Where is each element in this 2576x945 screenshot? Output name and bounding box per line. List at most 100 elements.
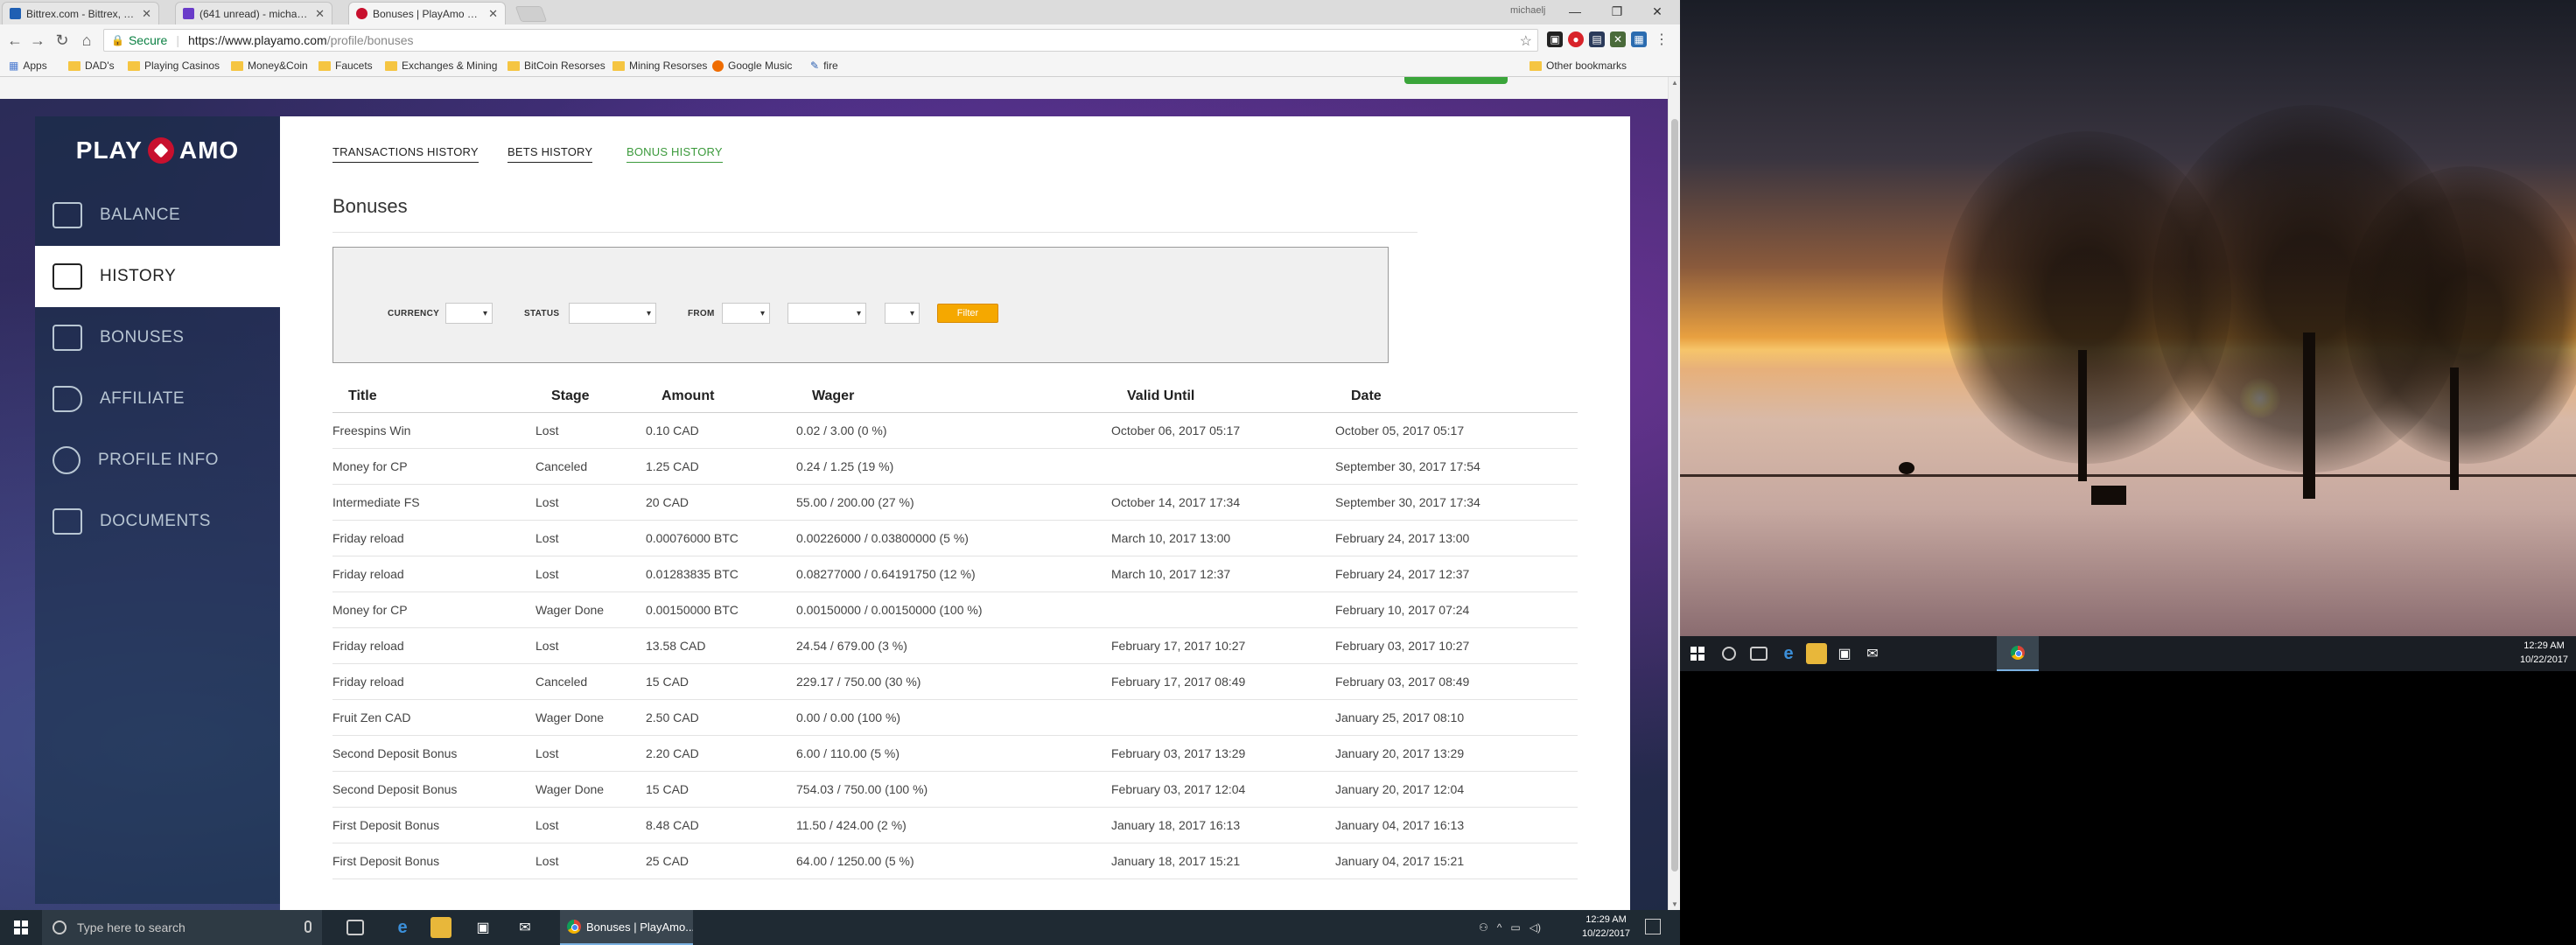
mail-icon[interactable]: ✉ bbox=[1862, 643, 1883, 664]
new-tab-button[interactable] bbox=[514, 6, 548, 22]
taskbar-clock[interactable]: 12:29 AM 10/22/2017 bbox=[1582, 913, 1630, 941]
playamo-logo[interactable]: PLAY AMO bbox=[35, 116, 280, 185]
edge-browser-icon[interactable]: e bbox=[392, 917, 413, 938]
from-month-select[interactable]: ▾ bbox=[788, 303, 866, 324]
file-explorer-icon[interactable] bbox=[1806, 643, 1827, 664]
start-button[interactable] bbox=[0, 910, 42, 945]
tab-bets-history[interactable]: BETS HISTORY bbox=[508, 145, 593, 163]
tab-close-icon[interactable]: ✕ bbox=[488, 7, 498, 21]
gift-icon bbox=[52, 325, 82, 351]
sidebar-item-history[interactable]: HISTORY bbox=[35, 246, 280, 307]
cell-wager: 229.17 / 750.00 (30 %) bbox=[796, 663, 1111, 700]
tray-chevron-up-icon[interactable]: ^ bbox=[1497, 921, 1502, 934]
mail-icon[interactable]: ✉ bbox=[514, 917, 536, 938]
tab-close-icon[interactable]: ✕ bbox=[142, 7, 151, 21]
page-scrollbar[interactable]: ▲ ▼ bbox=[1668, 77, 1680, 910]
start-button[interactable] bbox=[1680, 636, 1715, 671]
bookmark-other[interactable]: Other bookmarks bbox=[1530, 60, 1627, 72]
tab-playamo[interactable]: Bonuses | PlayAmo Casin ✕ bbox=[348, 2, 506, 24]
bookmark-money-coin[interactable]: Money&Coin bbox=[231, 60, 308, 72]
close-window-button[interactable]: ✕ bbox=[1640, 2, 1675, 21]
status-select[interactable]: ▾ bbox=[569, 303, 656, 324]
task-view-icon[interactable] bbox=[346, 920, 364, 935]
extension-red-icon[interactable]: ● bbox=[1568, 32, 1584, 47]
action-center-icon[interactable] bbox=[1645, 919, 1661, 934]
extension-wallet-icon[interactable]: ▣ bbox=[1547, 32, 1563, 47]
store-bag-icon[interactable]: ▣ bbox=[1834, 643, 1855, 664]
task-view-icon[interactable] bbox=[1750, 647, 1768, 661]
lock-icon: 🔒 bbox=[111, 34, 124, 46]
cell-valid-until: October 14, 2017 17:34 bbox=[1111, 484, 1335, 521]
from-year-select[interactable]: ▾ bbox=[885, 303, 920, 324]
cell-stage: Lost bbox=[536, 412, 646, 449]
tab-transactions-history[interactable]: TRANSACTIONS HISTORY bbox=[332, 145, 479, 163]
bookmark-bitcoin-resorses[interactable]: BitCoin Resorses bbox=[508, 60, 606, 72]
network-icon[interactable]: ▭ bbox=[1510, 921, 1520, 934]
cell-stage: Canceled bbox=[536, 448, 646, 485]
store-bag-icon[interactable]: ▣ bbox=[472, 917, 494, 938]
forward-icon[interactable]: → bbox=[28, 31, 47, 50]
reload-icon[interactable]: ↻ bbox=[52, 31, 72, 50]
minimize-button[interactable]: — bbox=[1558, 2, 1592, 21]
cell-wager: 55.00 / 200.00 (27 %) bbox=[796, 484, 1111, 521]
sidebar-item-label: DOCUMENTS bbox=[100, 512, 211, 530]
filter-button[interactable]: Filter bbox=[937, 304, 998, 323]
scroll-down-arrow-icon[interactable]: ▼ bbox=[1671, 900, 1678, 908]
address-bar[interactable]: 🔒 Secure | https://www.playamo.com /prof… bbox=[103, 29, 1538, 52]
bookmark-exchanges-mining[interactable]: Exchanges & Mining bbox=[385, 60, 497, 72]
tab-bonus-history[interactable]: BONUS HISTORY bbox=[626, 145, 723, 163]
edge-browser-icon[interactable]: e bbox=[1778, 643, 1799, 664]
tab-mail[interactable]: (641 unread) - michaelj... ✕ bbox=[175, 2, 332, 24]
cortana-icon[interactable] bbox=[1722, 647, 1736, 661]
cell-valid-until: March 10, 2017 13:00 bbox=[1111, 520, 1335, 556]
cell-valid-until: February 03, 2017 13:29 bbox=[1111, 735, 1335, 772]
cell-valid-until: March 10, 2017 12:37 bbox=[1111, 556, 1335, 592]
sidebar-item-affiliate[interactable]: AFFILIATE bbox=[35, 368, 280, 430]
from-day-select[interactable]: ▾ bbox=[722, 303, 770, 324]
taskbar-chrome-window[interactable]: Bonuses | PlayAmo... bbox=[560, 910, 693, 945]
file-explorer-icon[interactable] bbox=[430, 917, 452, 938]
bookmark-label: Apps bbox=[23, 60, 47, 72]
back-icon[interactable]: ← bbox=[5, 31, 24, 50]
taskbar-chrome-window[interactable] bbox=[1997, 636, 2039, 671]
bookmark-apps[interactable]: ▦ Apps bbox=[9, 60, 47, 72]
volume-icon[interactable]: ◁) bbox=[1530, 921, 1541, 934]
cell-title: Freespins Win bbox=[332, 412, 536, 449]
scrollbar-thumb[interactable] bbox=[1671, 119, 1678, 872]
extension-blue-icon[interactable]: ▦ bbox=[1631, 32, 1647, 47]
sidebar-item-balance[interactable]: BALANCE bbox=[35, 185, 280, 246]
bookmark-faucets[interactable]: Faucets bbox=[318, 60, 373, 72]
microphone-icon[interactable] bbox=[304, 920, 312, 933]
sidebar-item-bonuses[interactable]: BONUSES bbox=[35, 307, 280, 368]
bookmark-fire[interactable]: ✎ fire bbox=[810, 60, 838, 72]
bookmark-star-icon[interactable]: ☆ bbox=[1520, 32, 1532, 50]
currency-select[interactable]: ▾ bbox=[445, 303, 493, 324]
bookmark-mining-resorses[interactable]: Mining Resorses bbox=[612, 60, 707, 72]
tab-label: Bittrex.com - Bittrex, The bbox=[26, 7, 137, 20]
sidebar-item-documents[interactable]: DOCUMENTS bbox=[35, 491, 280, 552]
bookmark-playing-casinos[interactable]: Playing Casinos bbox=[128, 60, 220, 72]
calendar-icon bbox=[52, 263, 82, 290]
taskbar-search-box[interactable]: Type here to search bbox=[42, 910, 322, 945]
tab-close-icon[interactable]: ✕ bbox=[315, 7, 325, 21]
taskbar-clock[interactable]: 12:29 AM 10/22/2017 bbox=[2520, 639, 2568, 667]
clock-time: 12:29 AM bbox=[1586, 914, 1627, 925]
header-green-button[interactable] bbox=[1404, 77, 1508, 84]
user-icon bbox=[52, 446, 80, 474]
extension-dark-icon[interactable]: ▤ bbox=[1589, 32, 1605, 47]
sidebar-item-profile-info[interactable]: PROFILE INFO bbox=[35, 430, 280, 491]
cell-stage: Canceled bbox=[536, 663, 646, 700]
cell-valid-until: February 03, 2017 12:04 bbox=[1111, 771, 1335, 808]
home-icon[interactable]: ⌂ bbox=[77, 31, 96, 50]
profile-chip[interactable]: michaelj bbox=[1510, 5, 1545, 16]
bookmark-google-music[interactable]: Google Music bbox=[712, 60, 792, 72]
scroll-up-arrow-icon[interactable]: ▲ bbox=[1671, 79, 1678, 87]
bookmark-dads[interactable]: DAD's bbox=[68, 60, 115, 72]
browser-toolbar: ← → ↻ ⌂ 🔒 Secure | https://www.playamo.c… bbox=[0, 24, 1680, 56]
chrome-menu-icon[interactable]: ⋮ bbox=[1654, 32, 1670, 47]
extension-tools-icon[interactable]: ✕ bbox=[1610, 32, 1626, 47]
cell-date: February 10, 2017 07:24 bbox=[1335, 592, 1578, 628]
tab-bittrex[interactable]: Bittrex.com - Bittrex, The ✕ bbox=[2, 2, 159, 24]
maximize-button[interactable]: ❐ bbox=[1600, 2, 1634, 21]
people-icon[interactable]: ⚇ bbox=[1479, 921, 1488, 934]
